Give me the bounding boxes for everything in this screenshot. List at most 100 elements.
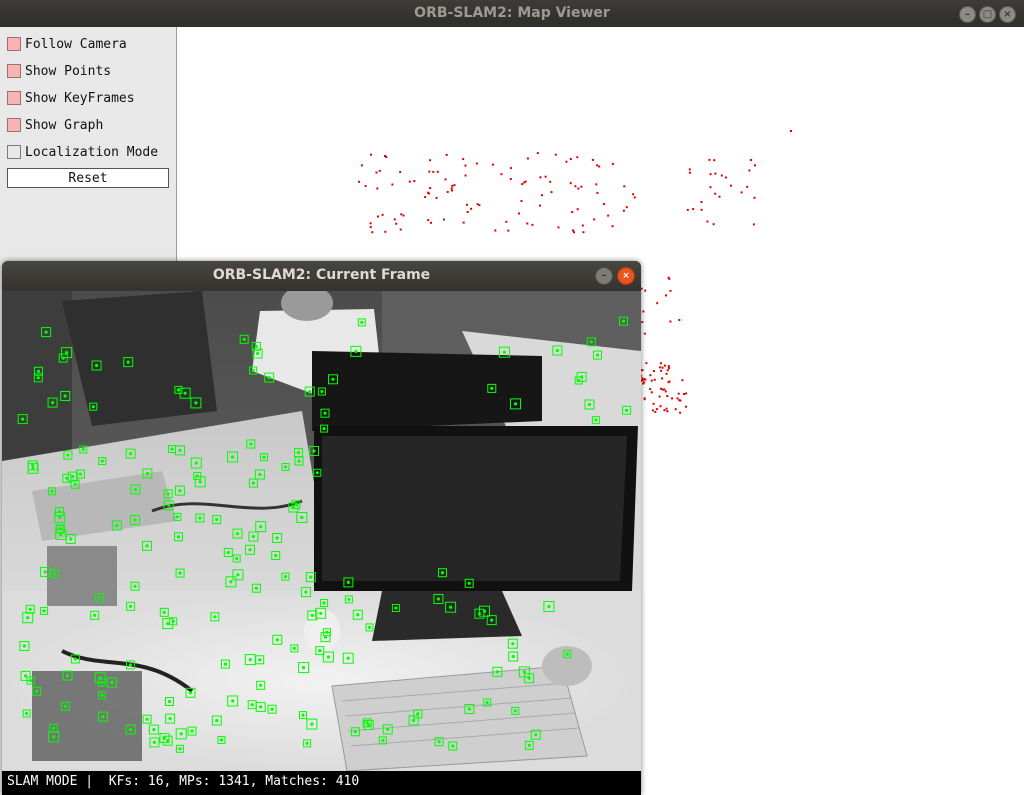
map-point [652,402,655,405]
current-frame-titlebar[interactable]: ORB-SLAM2: Current Frame – × [2,261,641,291]
map-point [650,391,653,394]
map-point [369,226,372,229]
feature-overlay [17,316,632,753]
map-point [669,320,672,323]
feature-point [235,556,239,561]
map-point [464,164,467,167]
feature-point [166,622,170,626]
map-point [653,378,656,381]
map-point [402,214,405,217]
map-point [644,378,647,381]
map-point [476,203,479,206]
feature-point [625,408,629,412]
feature-point [502,350,506,354]
show-keyframes-checkbox[interactable]: Show KeyFrames [7,87,135,109]
map-point [595,183,598,186]
feature-point [485,700,489,705]
map-point [700,201,703,203]
feature-point [176,388,180,392]
feature-point [310,613,314,617]
feature-point [162,610,166,614]
map-point [679,411,682,414]
map-point [669,289,672,292]
map-point [712,223,715,226]
feature-point [145,471,149,476]
map-point [611,225,614,228]
map-point [569,182,572,185]
show-graph-checkbox[interactable]: Show Graph [7,114,103,136]
feature-point [129,452,133,456]
map-point [384,155,386,157]
close-icon[interactable]: × [617,267,635,285]
map-point [650,379,653,382]
feature-point [297,459,301,463]
minimize-icon[interactable]: – [595,267,613,285]
feature-point [555,348,560,353]
feature-point [179,732,183,736]
current-frame-window: ORB-SLAM2: Current Frame – × SLAM MODE |… [2,261,641,795]
map-viewer-titlebar[interactable]: ORB-SLAM2: Map Viewer – □ × [0,0,1024,27]
close-icon[interactable]: × [999,6,1016,23]
feature-point [482,609,487,613]
localization-mode-checkbox[interactable]: Localization Mode [7,141,158,163]
feature-point [436,597,440,601]
map-point [494,229,497,232]
feature-point [98,676,102,680]
maximize-icon[interactable]: □ [979,6,996,23]
reset-button[interactable]: Reset [7,168,169,188]
feature-point [254,586,258,590]
map-point [668,380,671,383]
feature-point [170,447,174,451]
map-point [596,164,599,167]
map-point [521,183,524,186]
map-point [432,170,435,173]
map-point [664,364,666,367]
map-point [659,405,662,408]
feature-point [354,349,358,353]
map-point [679,399,682,402]
map-point [729,184,732,187]
map-point [674,408,677,411]
map-point [371,231,374,234]
feature-point [36,369,41,373]
frame-window-controls: – × [595,267,635,285]
map-point [358,180,361,183]
map-point [603,203,605,206]
map-point [666,395,669,397]
minimize-icon[interactable]: – [959,6,976,23]
map-point [678,319,681,321]
show-points-checkbox[interactable]: Show Points [7,60,111,82]
map-point [573,231,575,234]
feature-point [198,480,202,484]
checkbox-box[interactable] [7,145,21,159]
feature-point [490,618,494,622]
map-point [714,172,717,175]
feature-point [215,718,219,723]
feature-point [236,573,240,577]
feature-point [194,461,198,465]
checkbox-box[interactable] [7,64,21,78]
map-point [507,229,510,232]
map-point [453,184,456,187]
checkbox-box[interactable] [7,37,21,51]
map-point [580,185,583,188]
feature-point [178,747,182,751]
feature-point [26,616,30,620]
checkbox-box[interactable] [7,91,21,105]
feature-point [22,644,26,648]
map-point [446,191,449,193]
feature-point [310,722,314,726]
follow-camera-checkbox[interactable]: Follow Camera [7,33,127,55]
map-point [656,302,659,305]
map-point [376,187,379,190]
map-point [413,180,416,182]
feature-point [256,351,260,356]
feature-point [367,723,371,727]
map-point [685,392,688,395]
checkbox-box[interactable] [7,118,21,132]
feature-point [152,740,156,744]
feature-point [115,523,119,528]
feature-point [250,703,254,707]
map-point [661,388,664,391]
map-point [642,382,645,385]
